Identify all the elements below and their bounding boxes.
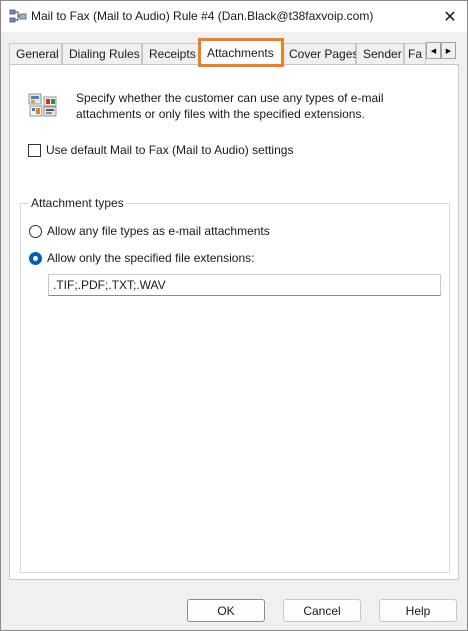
attachments-panel: Specify whether the customer can use any… <box>9 64 459 580</box>
radio-allow-any-types[interactable]: Allow any file types as e-mail attachmen… <box>29 224 270 238</box>
intro-description: Specify whether the customer can use any… <box>76 91 384 121</box>
radio-allow-specified-label: Allow only the specified file extensions… <box>47 251 255 265</box>
radio-button[interactable] <box>29 224 42 238</box>
network-rule-icon <box>9 9 27 23</box>
attachment-types-group: Attachment types Allow any file types as… <box>20 196 450 573</box>
tab-label: Attachments <box>207 46 274 60</box>
title-bar: Mail to Fax (Mail to Audio) Rule #4 (Dan… <box>1 1 467 32</box>
tab-strip: General Dialing Rules Receipts Attachmen… <box>9 38 459 67</box>
extensions-input[interactable] <box>48 274 441 296</box>
tab-label: Sender <box>363 47 402 61</box>
tab-attachments[interactable]: Attachments <box>200 40 282 65</box>
tab-dialing-rules[interactable]: Dialing Rules <box>62 43 142 64</box>
tab-scroll-right-button[interactable]: ▶ <box>441 42 456 59</box>
attachment-files-icon <box>28 93 57 117</box>
tab-receipts[interactable]: Receipts <box>142 43 200 64</box>
help-button[interactable]: Help <box>379 599 457 622</box>
window-title: Mail to Fax (Mail to Audio) Rule #4 (Dan… <box>31 9 374 23</box>
tab-cover-pages[interactable]: Cover Pages <box>282 43 359 64</box>
tab-general[interactable]: General <box>9 43 62 64</box>
ok-button[interactable]: OK <box>187 599 265 622</box>
close-icon: ✕ <box>443 8 457 26</box>
tab-label: Receipts <box>149 47 196 61</box>
cancel-button[interactable]: Cancel <box>283 599 361 622</box>
rule-dialog: Mail to Fax (Mail to Audio) Rule #4 (Dan… <box>0 0 468 631</box>
use-default-label: Use default Mail to Fax (Mail to Audio) … <box>46 143 294 157</box>
tab-sender[interactable]: Sender <box>356 43 404 64</box>
radio-allow-any-label: Allow any file types as e-mail attachmen… <box>47 224 270 238</box>
tab-label: General <box>16 47 59 61</box>
tab-scroll-left-button[interactable]: ◀ <box>426 42 441 59</box>
tab-label: Fa <box>408 47 423 61</box>
tab-label: Cover Pages <box>289 47 359 61</box>
checkbox-box[interactable] <box>28 143 41 157</box>
tab-label: Dialing Rules <box>69 47 140 61</box>
arrow-left-icon: ◀ <box>430 47 437 55</box>
close-button[interactable]: ✕ <box>433 1 467 32</box>
radio-allow-specified-extensions[interactable]: Allow only the specified file extensions… <box>29 251 254 265</box>
arrow-right-icon: ▶ <box>445 47 452 55</box>
radio-button-selected[interactable] <box>29 251 42 265</box>
group-title: Attachment types <box>29 196 126 210</box>
tab-fa[interactable]: Fa <box>404 43 426 64</box>
use-default-settings-checkbox[interactable]: Use default Mail to Fax (Mail to Audio) … <box>28 143 293 157</box>
